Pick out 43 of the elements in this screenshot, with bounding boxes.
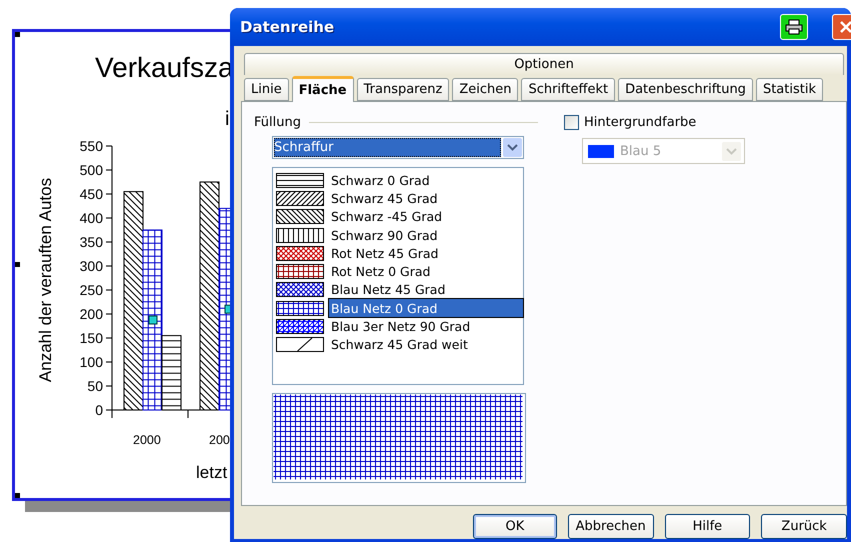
- dialog-button[interactable]: Abbrechen: [568, 514, 654, 539]
- hatch-list-item[interactable]: Schwarz 90 Grad: [329, 226, 523, 244]
- x-tick-label: 2000: [133, 433, 161, 447]
- hatch-list-item[interactable]: Schwarz 45 Grad weit: [329, 336, 523, 354]
- y-tick-label: 200: [80, 306, 103, 322]
- tab[interactable]: Zeichen: [452, 78, 518, 101]
- dialog-button[interactable]: Hilfe: [664, 514, 750, 539]
- y-tick-label: 100: [80, 354, 103, 370]
- hatch-list-item[interactable]: Blau Netz 0 Grad: [329, 299, 523, 318]
- y-tick-label: 350: [80, 234, 103, 250]
- x-tick-label: 200: [209, 433, 230, 447]
- tab[interactable]: Schrifteffekt: [521, 78, 616, 101]
- y-tick-label: 550: [80, 138, 103, 154]
- tab[interactable]: Datenbeschriftung: [618, 78, 753, 101]
- hatch-list-item[interactable]: Blau 3er Netz 90 Grad: [329, 317, 523, 336]
- tab[interactable]: Fläche: [292, 76, 354, 102]
- hatch-list-item[interactable]: Blau Netz 45 Grad: [329, 280, 523, 300]
- hatch-list-item[interactable]: Schwarz -45 Grad: [329, 208, 523, 226]
- fill-type-dropdown[interactable]: Schraffur: [272, 136, 524, 159]
- y-tick-label: 250: [80, 282, 103, 298]
- y-tick-label: 300: [80, 258, 103, 274]
- tab[interactable]: Linie: [244, 78, 289, 101]
- dialog-button[interactable]: OK: [473, 514, 557, 539]
- hatch-list-item[interactable]: Rot Netz 45 Grad: [329, 244, 523, 262]
- tab[interactable]: Statistik: [756, 78, 823, 101]
- y-tick-label: 0: [95, 402, 103, 418]
- x-axis-title: letzt: [196, 463, 228, 482]
- y-tick-label: 500: [80, 162, 103, 178]
- hatch-list-item[interactable]: Rot Netz 0 Grad: [329, 262, 523, 281]
- checkbox-label: Hintergrundfarbe: [584, 114, 696, 130]
- y-tick-label: 400: [80, 210, 103, 226]
- y-tick-label: 150: [80, 330, 103, 346]
- y-tick-label: 50: [87, 378, 103, 394]
- hatch-list-item[interactable]: Schwarz 0 Grad: [329, 171, 523, 190]
- hatch-list-item[interactable]: Schwarz 45 Grad: [329, 189, 523, 208]
- y-axis-title: Anzahl der verauften Autos: [36, 178, 55, 382]
- tab-group-header: Optionen: [244, 53, 844, 75]
- window-title: Datenreihe: [239, 18, 336, 36]
- dialog-button[interactable]: Zurück: [761, 514, 847, 539]
- chart-subtitle: i: [225, 108, 230, 130]
- y-tick-label: 450: [80, 186, 103, 202]
- section-label: Füllung: [254, 114, 301, 130]
- tab[interactable]: Transparenz: [356, 78, 450, 101]
